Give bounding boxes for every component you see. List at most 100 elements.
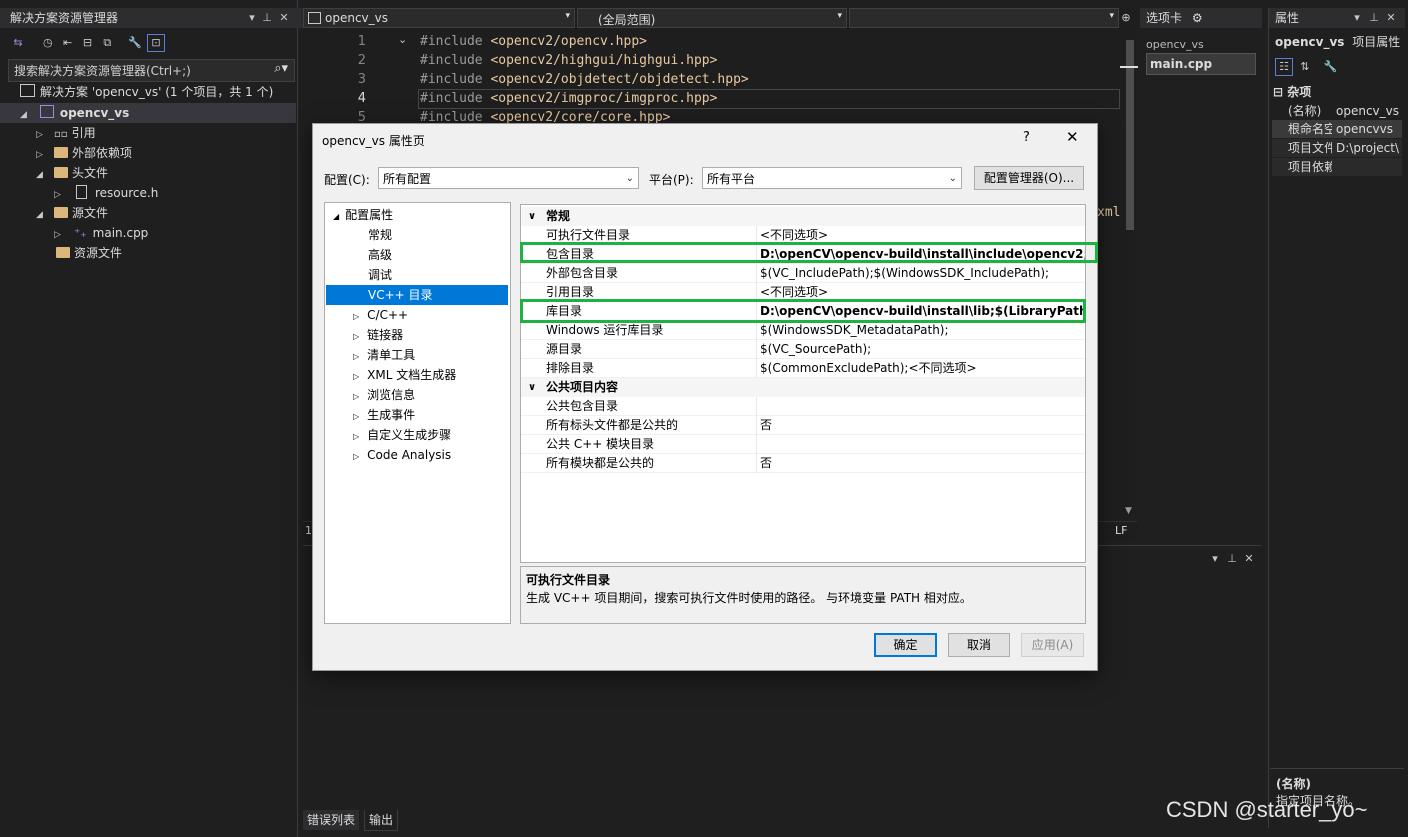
property-row[interactable]: 项目文件 D:\project\ — [1272, 139, 1402, 157]
cancel-button[interactable]: 取消 — [948, 633, 1010, 657]
solution-node[interactable]: 解决方案 'opencv_vs' (1 个项目，共 1 个) — [20, 82, 273, 102]
tree-item-build-events[interactable]: ▷ 生成事件 — [353, 405, 415, 425]
tree-item-references[interactable]: ▷ ▫▫ 引用 — [36, 123, 96, 143]
pin-icon[interactable]: ⊥ — [259, 10, 275, 26]
category-public-content[interactable]: ∨ 公共项目内容 — [521, 378, 1085, 397]
grid-row-exclude-dirs[interactable]: 排除目录 $(CommonExcludePath);<不同选项> — [521, 359, 1085, 378]
category-general[interactable]: ∨ 常规 — [521, 207, 1085, 226]
fold-toggle-icon[interactable]: ⌄ — [398, 33, 407, 46]
grid-row-public-modules[interactable]: 公共 C++ 模块目录 — [521, 435, 1085, 454]
properties-object-selector[interactable]: opencv_vs 项目属性 — [1269, 32, 1405, 52]
close-icon[interactable]: ✕ — [1383, 10, 1399, 26]
grid-row-all-modules-public[interactable]: 所有模块都是公共的否 — [521, 454, 1085, 473]
property-row[interactable]: (名称) opencv_vs — [1272, 102, 1402, 120]
config-select[interactable]: 所有配置 ⌄ — [378, 167, 639, 189]
file-dropdown[interactable]: opencv_vs ▾ — [303, 8, 575, 28]
sort-alpha-icon[interactable]: ⇅ — [1297, 59, 1313, 75]
collapsed-icon: ▷ — [54, 190, 61, 200]
scope-dropdown[interactable]: (全局范围) ▾ — [577, 8, 847, 28]
categorized-icon[interactable]: ☷ — [1275, 58, 1293, 76]
grid-row-all-headers-public[interactable]: 所有标头文件都是公共的否 — [521, 416, 1085, 435]
line-number: 3 — [357, 72, 366, 87]
back-icon[interactable]: ⇤ — [60, 35, 76, 51]
search-icon[interactable]: ⌕▾ — [274, 61, 288, 76]
tree-item-vc-directories[interactable]: VC++ 目录 — [326, 285, 508, 305]
apply-button[interactable]: 应用(A) — [1021, 633, 1084, 657]
tree-item-code-analysis[interactable]: ▷ Code Analysis — [353, 445, 451, 465]
folder-icon — [54, 147, 68, 158]
member-dropdown[interactable]: ▾ — [849, 8, 1119, 28]
tree-item-xml-doc[interactable]: ▷ XML 文档生成器 — [353, 365, 456, 385]
config-manager-button[interactable]: 配置管理器(O)... — [974, 166, 1084, 190]
tree-item-browse-info[interactable]: ▷ 浏览信息 — [353, 385, 415, 405]
platform-select[interactable]: 所有平台 ⌄ — [702, 167, 962, 189]
wrench-icon[interactable]: 🔧 — [127, 35, 143, 51]
ok-button[interactable]: 确定 — [874, 633, 937, 657]
tree-item-main-cpp[interactable]: ▷ ⁺₊ main.cpp — [54, 223, 148, 243]
solution-icon — [20, 84, 35, 97]
tree-item-c-cpp[interactable]: ▷ C/C++ — [353, 305, 408, 325]
property-row[interactable]: 根命名空 opencvvs — [1272, 120, 1402, 138]
grid-row-external-include[interactable]: 外部包含目录 $(VC_IncludePath);$(WindowsSDK_Inc… — [521, 264, 1085, 283]
tree-item-source-files[interactable]: ◢ 源文件 — [36, 203, 108, 223]
tab-error-list[interactable]: 错误列表 — [303, 810, 360, 830]
tree-item-general[interactable]: 常规 — [368, 225, 392, 245]
tab-output[interactable]: 输出 — [364, 810, 399, 831]
pin-icon[interactable]: ⊥ — [1366, 10, 1382, 26]
project-icon — [39, 105, 54, 118]
editor-scrollbar[interactable]: ▼ — [1124, 32, 1136, 520]
tree-item-custom-build[interactable]: ▷ 自定义生成步骤 — [353, 425, 451, 445]
close-icon[interactable]: ✕ — [1066, 128, 1079, 146]
tree-item-resource-h[interactable]: ▷ resource.h — [54, 183, 158, 203]
tree-item-advanced[interactable]: 高级 — [368, 245, 392, 265]
copy-icon[interactable]: ⧉ — [99, 35, 115, 51]
help-button[interactable]: ? — [1023, 130, 1030, 145]
close-icon[interactable]: ✕ — [276, 10, 292, 26]
property-tree: ◢ 配置属性 常规 高级 调试 VC++ 目录 ▷ C/C++ ▷ 链接器 ▷ 清单工具… — [324, 202, 511, 624]
tree-item-header-files[interactable]: ◢ 头文件 — [36, 163, 108, 183]
chevron-down-icon[interactable]: ▾ — [1349, 10, 1365, 26]
line-number: 1 — [357, 34, 366, 49]
tab-item-main-cpp[interactable]: main.cpp — [1146, 53, 1256, 75]
chevron-down-icon: ⌄ — [948, 173, 957, 184]
properties-category[interactable]: ⊟ 杂项 — [1273, 83, 1311, 100]
tree-item-linker[interactable]: ▷ 链接器 — [353, 325, 403, 345]
folder-icon — [56, 247, 70, 258]
tree-item-resource-files[interactable]: 资源文件 — [56, 243, 122, 263]
project-node[interactable]: ◢ opencv_vs — [0, 103, 296, 123]
wrench-icon[interactable]: 🔧 — [1323, 59, 1339, 75]
tree-item-config-props[interactable]: ◢ 配置属性 — [333, 205, 393, 225]
scroll-down-icon[interactable]: ▼ — [1125, 506, 1132, 516]
gear-icon[interactable]: ⚙ — [1192, 11, 1203, 25]
solution-explorer-panel: 解决方案资源管理器 ▾ ⊥ ✕ ⇆ ◷ ⇤ ⊟ ⧉ 🔧 ⊡ 搜索解决方案资源管理… — [0, 0, 307, 837]
close-icon[interactable]: ✕ — [1241, 551, 1257, 567]
references-icon: ▫▫ — [54, 129, 68, 140]
tree-item-manifest[interactable]: ▷ 清单工具 — [353, 345, 415, 365]
scrollbar-thumb[interactable] — [1126, 40, 1134, 230]
chevron-down-icon: ▾ — [565, 11, 570, 21]
grid-row-source-dirs[interactable]: 源目录 $(VC_SourcePath); — [521, 340, 1085, 359]
watermark: CSDN @starter_yo~ — [1166, 797, 1368, 822]
collapse-icon: ∨ — [528, 211, 537, 222]
preview-icon[interactable]: ⊡ — [146, 34, 165, 52]
tab-group-label: opencv_vs — [1146, 38, 1204, 51]
grid-row-public-include[interactable]: 公共包含目录 — [521, 397, 1085, 416]
code-line: #include <opencv2/objdetect/objdetect.hp… — [420, 72, 749, 87]
tree-item-debugging[interactable]: 调试 — [368, 265, 392, 285]
collapsed-icon: ▷ — [36, 130, 43, 140]
solution-search-box[interactable]: 搜索解决方案资源管理器(Ctrl+;) ⌕▾ — [8, 59, 295, 82]
properties-desc-title: (名称) — [1276, 777, 1311, 791]
collapse-all-icon[interactable]: ⊟ — [79, 35, 95, 51]
chevron-down-icon[interactable]: ▾ — [1207, 551, 1223, 567]
cpp-file-icon: ⁺₊ — [74, 226, 87, 240]
chevron-down-icon[interactable]: ▾ — [244, 10, 260, 26]
pin-icon[interactable]: ⊥ — [1224, 551, 1240, 567]
split-icon[interactable]: ⊕ — [1118, 10, 1134, 26]
grid-row-winrt-dirs[interactable]: Windows 运行库目录 $(WindowsSDK_MetadataPath); — [521, 321, 1085, 340]
code-line: #include <opencv2/imgproc/imgproc.hpp> — [420, 91, 718, 106]
property-row[interactable]: 项目依赖 — [1272, 158, 1402, 176]
history-icon[interactable]: ◷ — [40, 35, 56, 51]
line-ending-status[interactable]: LF — [1115, 524, 1127, 537]
tree-item-external-deps[interactable]: ▷ 外部依赖项 — [36, 143, 132, 163]
sync-view-icon[interactable]: ⇆ — [10, 35, 26, 51]
